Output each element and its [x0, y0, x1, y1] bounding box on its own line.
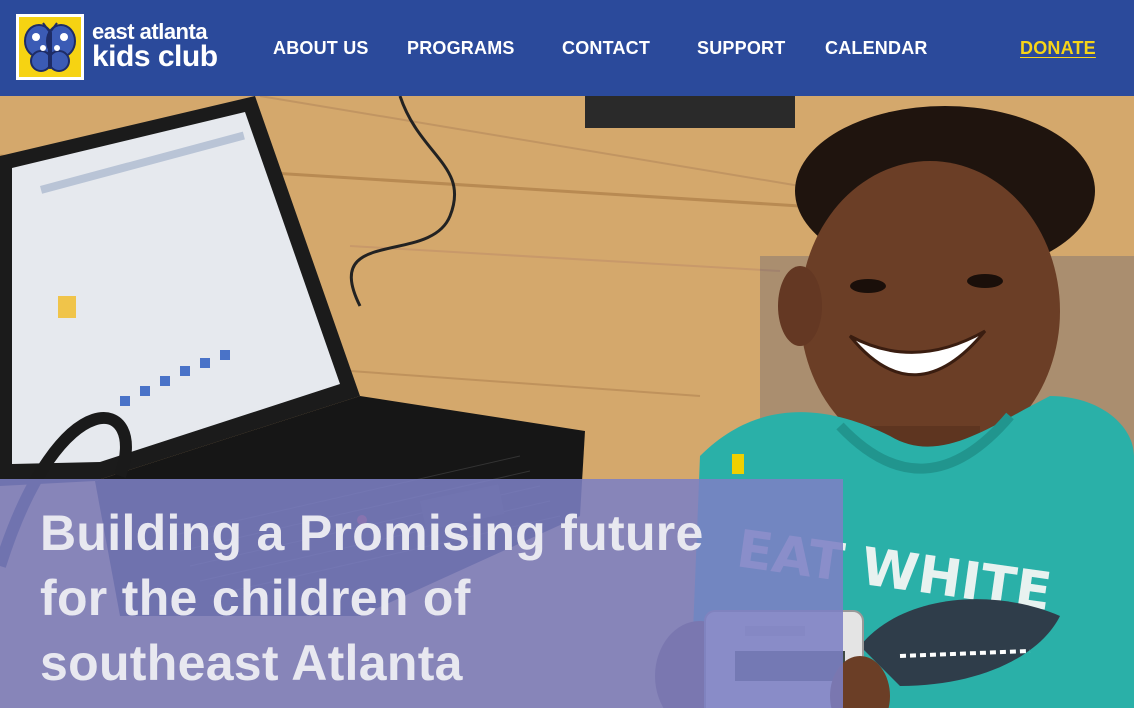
site-header: east atlanta kids club ABOUT US PROGRAMS… — [0, 0, 1134, 96]
nav-programs[interactable]: PROGRAMS — [407, 38, 515, 59]
donate-link[interactable]: DONATE — [1020, 38, 1096, 59]
nav-support[interactable]: SUPPORT — [697, 38, 785, 59]
headline-overlay: Building a Promising future for the chil… — [0, 479, 843, 708]
main-nav: ABOUT US PROGRAMS CONTACT SUPPORT CALEND… — [0, 38, 1134, 62]
hero-banner: EAT WHITE Building a Promising future fo… — [0, 96, 1134, 708]
nav-calendar[interactable]: CALENDAR — [825, 38, 928, 59]
nav-contact[interactable]: CONTACT — [562, 38, 650, 59]
hero-headline: Building a Promising future for the chil… — [40, 505, 704, 691]
nav-about-us[interactable]: ABOUT US — [273, 38, 369, 59]
